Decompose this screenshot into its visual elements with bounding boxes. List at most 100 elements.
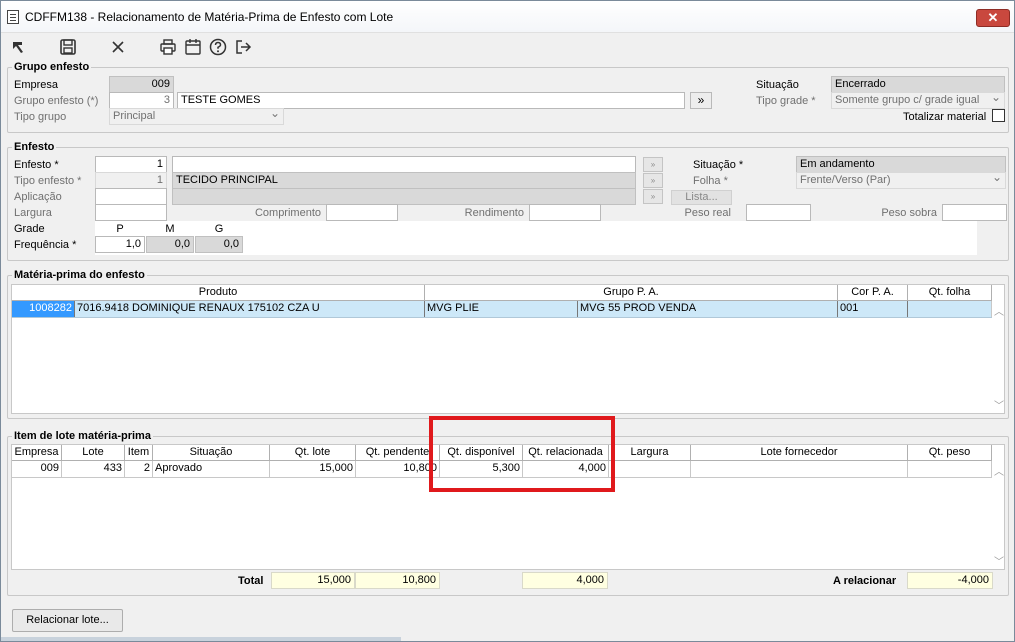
tipo-grupo-select[interactable]: Principal xyxy=(109,108,284,125)
title-bar: CDFFM138 - Relacionamento de Matéria-Pri… xyxy=(1,1,1014,33)
enfesto-code-field[interactable]: 1 xyxy=(95,156,167,173)
col-situacao[interactable]: Situação xyxy=(153,445,270,461)
materia-grupo1-cell[interactable]: MVG PLIE xyxy=(425,301,578,317)
exit-icon[interactable] xyxy=(233,37,253,57)
materia-cor-cell[interactable]: 001 xyxy=(838,301,908,317)
rendimento-field[interactable] xyxy=(529,204,601,221)
largura-label: Largura xyxy=(14,207,52,219)
a-relacionar-label: A relacionar xyxy=(833,575,897,587)
col-empresa[interactable]: Empresa xyxy=(12,445,62,461)
enfesto-name-field[interactable] xyxy=(172,156,636,173)
save-icon[interactable] xyxy=(58,37,78,57)
folha-select[interactable]: Frente/Verso (Par) xyxy=(796,172,1006,189)
lote-empresa-cell[interactable]: 009 xyxy=(12,461,62,477)
col-largura[interactable]: Largura xyxy=(609,445,691,461)
tipo-enfesto-code-field[interactable]: 1 xyxy=(95,172,167,189)
aplicacao-label: Aplicação xyxy=(14,191,62,203)
aplicacao-code-field[interactable] xyxy=(95,188,167,205)
lote-largura-cell[interactable] xyxy=(609,461,691,477)
tipo-enfesto-lookup-icon[interactable]: » xyxy=(643,173,663,188)
grupo-lookup-button[interactable]: » xyxy=(690,92,712,109)
empresa-field[interactable]: 009 xyxy=(109,76,174,93)
rendimento-label: Rendimento xyxy=(464,207,524,219)
peso-sobra-field[interactable] xyxy=(942,204,1007,221)
help-icon[interactable] xyxy=(208,37,228,57)
status-strip xyxy=(1,637,401,641)
col-grupo-pa[interactable]: Grupo P. A. xyxy=(425,285,838,301)
tipo-enfesto-label: Tipo enfesto * xyxy=(14,175,82,187)
lote-situacao-cell[interactable]: Aprovado xyxy=(153,461,270,477)
lote-qt-peso-cell[interactable] xyxy=(908,461,992,477)
col-cor-pa[interactable]: Cor P. A. xyxy=(838,285,908,301)
lote-item-cell[interactable]: 2 xyxy=(125,461,153,477)
print-icon[interactable] xyxy=(158,37,178,57)
scroll-up-icon[interactable]: ︿ xyxy=(992,303,1006,318)
grupo-enfesto-code-field[interactable]: 3 xyxy=(109,92,174,109)
size-p-header: P xyxy=(116,223,124,235)
materia-codigo-cell[interactable]: 1008282 xyxy=(12,301,75,317)
relacionar-lote-button[interactable]: Relacionar lote... xyxy=(12,609,123,632)
lista-button[interactable]: Lista... xyxy=(671,190,732,205)
aplicacao-lookup-icon[interactable]: » xyxy=(643,189,663,204)
col-lote-fornecedor[interactable]: Lote fornecedor xyxy=(691,445,908,461)
enfesto-lookup-icon[interactable]: » xyxy=(643,157,663,172)
col-qt-lote[interactable]: Qt. lote xyxy=(270,445,356,461)
folha-label: Folha * xyxy=(693,175,728,187)
enfesto-label: Enfesto * xyxy=(14,159,59,171)
close-button[interactable]: ✕ xyxy=(976,9,1010,27)
comprimento-field[interactable] xyxy=(326,204,398,221)
materia-qt-folha-cell[interactable] xyxy=(908,301,992,317)
aplicacao-name-field xyxy=(172,188,636,205)
totalizar-material-label: Totalizar material xyxy=(903,111,987,123)
materia-descricao-cell[interactable]: 7016.9418 DOMINIQUE RENAUX 175102 CZA U xyxy=(75,301,425,317)
materia-grupo2-cell[interactable]: MVG 55 PROD VENDA xyxy=(578,301,838,317)
item-lote-legend: Item de lote matéria-prima xyxy=(12,430,153,442)
total-qt-relacionada-field: 4,000 xyxy=(522,572,608,589)
totalizar-material-checkbox[interactable] xyxy=(992,109,1005,122)
col-qt-peso[interactable]: Qt. peso xyxy=(908,445,992,461)
lote-lote-cell[interactable]: 433 xyxy=(62,461,125,477)
freq-g-field[interactable]: 0,0 xyxy=(195,236,243,253)
total-qt-lote-field: 15,000 xyxy=(271,572,355,589)
enfesto-legend: Enfesto xyxy=(12,141,57,153)
scroll-down-icon[interactable]: ﹀ xyxy=(992,553,1006,568)
col-item[interactable]: Item xyxy=(125,445,153,461)
peso-real-field[interactable] xyxy=(746,204,811,221)
freq-m-field[interactable]: 0,0 xyxy=(146,236,194,253)
window-title: CDFFM138 - Relacionamento de Matéria-Pri… xyxy=(25,10,394,24)
grupo-enfesto-name-field[interactable]: TESTE GOMES xyxy=(177,92,685,109)
select-icon[interactable] xyxy=(9,37,29,57)
document-icon xyxy=(7,10,19,24)
materia-prima-legend: Matéria-prima do enfesto xyxy=(12,269,147,281)
grade-label: Grade xyxy=(14,223,45,235)
tipo-grade-label: Tipo grade * xyxy=(756,95,816,107)
lote-qt-lote-cell[interactable]: 15,000 xyxy=(270,461,356,477)
situacao-grupo-field: Encerrado xyxy=(831,76,1005,93)
situacao-enfesto-label: Situação * xyxy=(693,159,744,171)
peso-real-label: Peso real xyxy=(684,207,731,219)
col-lote[interactable]: Lote xyxy=(62,445,125,461)
total-qt-pendente-field: 10,800 xyxy=(355,572,440,589)
scroll-down-icon[interactable]: ﹀ xyxy=(992,397,1006,412)
calendar-icon[interactable] xyxy=(183,37,203,57)
peso-sobra-label: Peso sobra xyxy=(881,207,937,219)
tipo-grupo-label: Tipo grupo xyxy=(14,111,67,123)
size-m-header: M xyxy=(165,223,175,235)
largura-field[interactable] xyxy=(95,204,167,221)
cancel-icon[interactable] xyxy=(108,37,128,57)
freq-p-field[interactable]: 1,0 xyxy=(95,236,145,253)
table-row[interactable]: 1008282 7016.9418 DOMINIQUE RENAUX 17510… xyxy=(12,301,992,318)
lote-qt-pendente-cell[interactable]: 10,800 xyxy=(356,461,440,477)
main-window: CDFFM138 - Relacionamento de Matéria-Pri… xyxy=(0,0,1015,642)
comprimento-label: Comprimento xyxy=(254,207,321,219)
materia-prima-grid: Produto Grupo P. A. Cor P. A. Qt. folha … xyxy=(11,284,1005,414)
lote-fornecedor-cell[interactable] xyxy=(691,461,908,477)
scroll-up-icon[interactable]: ︿ xyxy=(992,463,1006,478)
empresa-label: Empresa xyxy=(14,79,59,91)
col-qt-pendente[interactable]: Qt. pendente xyxy=(356,445,440,461)
grupo-enfesto-legend: Grupo enfesto xyxy=(12,61,92,73)
tipo-grade-select[interactable]: Somente grupo c/ grade igual xyxy=(831,92,1005,109)
col-qt-folha[interactable]: Qt. folha xyxy=(908,285,992,301)
col-produto[interactable]: Produto xyxy=(12,285,425,301)
toolbar xyxy=(1,33,1014,59)
